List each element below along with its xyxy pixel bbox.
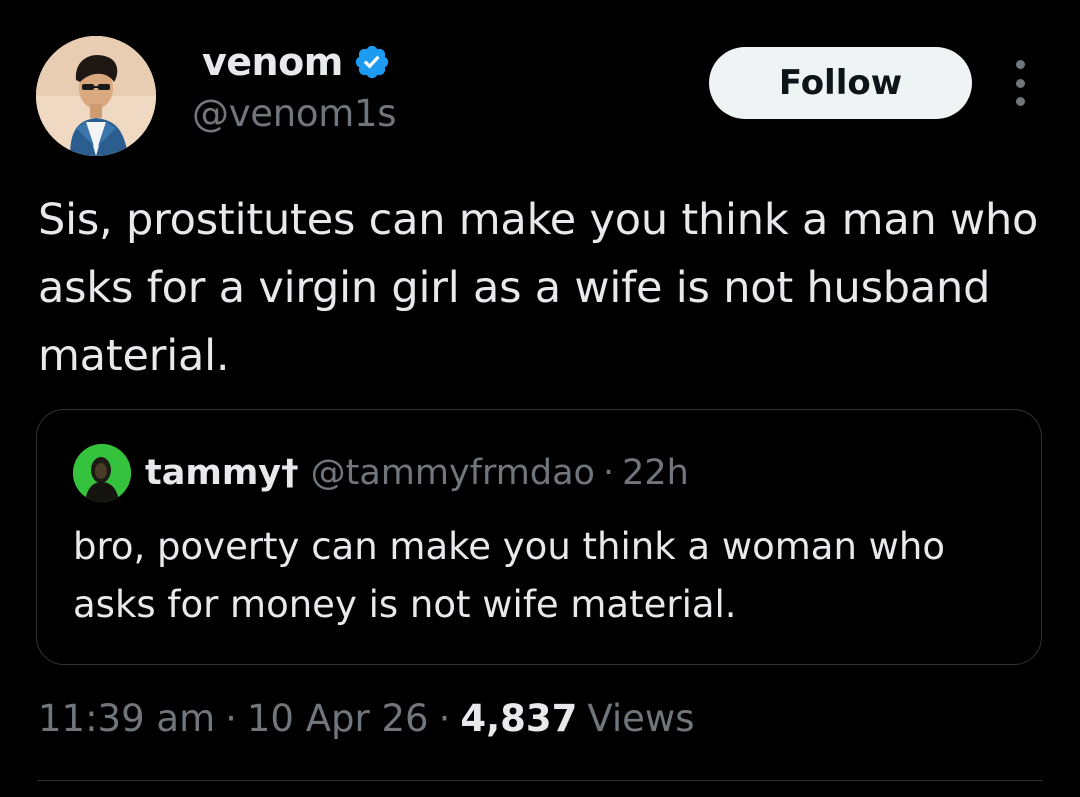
views-label: Views <box>587 696 695 740</box>
quoted-tweet-header: tammy† @tammyfrmdao · 22h <box>73 444 689 502</box>
quoted-tweet-text: bro, poverty can make you think a woman … <box>73 525 946 626</box>
separator-dot: · <box>438 696 451 740</box>
tweet-detail: venom @venom1s Follow Sis, prostitutes c… <box>0 0 1080 797</box>
author-avatar[interactable] <box>36 36 156 156</box>
more-options-icon[interactable] <box>1000 60 1040 106</box>
author-name-row[interactable]: venom <box>202 38 391 86</box>
more-dot <box>1015 97 1025 106</box>
more-dot <box>1015 78 1025 88</box>
tweet-date[interactable]: 10 Apr 26 <box>247 697 429 740</box>
author-display-name[interactable]: venom <box>202 40 343 84</box>
tweet-text: Sis, prostitutes can make you think a ma… <box>38 195 1039 381</box>
avatar-photo <box>36 36 156 156</box>
separator-dot: · <box>602 453 615 493</box>
follow-button[interactable]: Follow <box>709 47 972 119</box>
more-dot <box>1015 60 1025 69</box>
separator-dot: · <box>225 696 237 740</box>
views-count[interactable]: 4,837 <box>460 697 577 740</box>
quoted-avatar-photo <box>73 444 131 502</box>
quoted-timestamp[interactable]: 22h <box>622 453 689 493</box>
verified-badge-icon <box>355 45 389 79</box>
quoted-display-name[interactable]: tammy† <box>145 453 299 493</box>
tweet-time[interactable]: 11:39 am <box>38 697 215 740</box>
quoted-handle[interactable]: @tammyfrmdao <box>311 453 595 493</box>
author-handle[interactable]: @venom1s <box>192 92 397 135</box>
tweet-meta: 11:39 am · 10 Apr 26 · 4,837 Views <box>38 690 694 746</box>
quoted-author-avatar[interactable] <box>73 444 131 502</box>
divider <box>38 780 1042 781</box>
quoted-tweet-card[interactable]: tammy† @tammyfrmdao · 22h bro, poverty c… <box>36 409 1042 665</box>
